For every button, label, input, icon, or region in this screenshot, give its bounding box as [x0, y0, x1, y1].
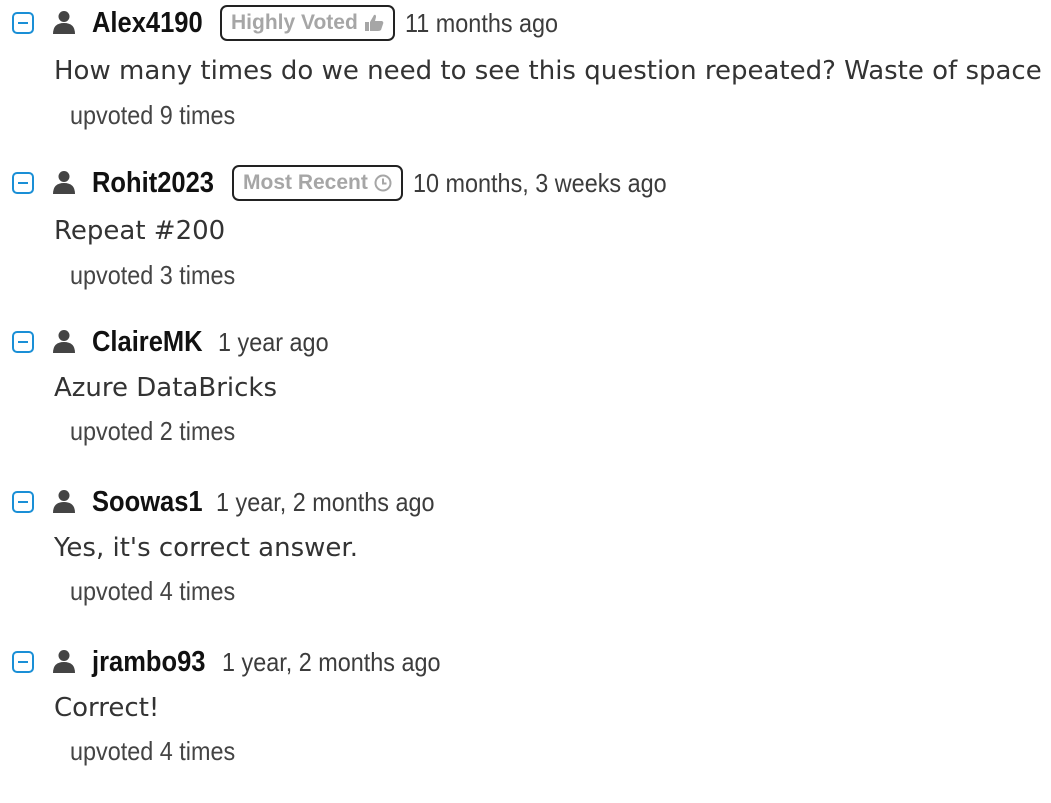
comment-item: Rohit2023 Most Recent 10 months, 3 weeks… [0, 164, 1051, 324]
collapse-toggle-icon[interactable] [12, 12, 34, 34]
comment-text: Yes, it's correct answer. [54, 533, 358, 563]
collapse-toggle-icon[interactable] [12, 172, 34, 194]
comment-timestamp: 10 months, 3 weeks ago [412, 167, 667, 198]
comment-text: How many times do we need to see this qu… [54, 56, 1042, 86]
user-icon [53, 11, 75, 34]
thumbs-up-icon [364, 14, 384, 32]
badge-label: Most Recent [243, 171, 368, 194]
user-icon [53, 490, 75, 513]
comment-username[interactable]: Soowas1 [92, 483, 203, 521]
comment-item: Soowas1 1 year, 2 months ago Yes, it's c… [0, 483, 1051, 643]
comment-timestamp: 11 months ago [404, 7, 558, 38]
comment-timestamp: 1 year, 2 months ago [216, 486, 435, 517]
comment-timestamp: 1 year, 2 months ago [222, 646, 441, 677]
upvote-count: upvoted 4 times [70, 736, 236, 766]
upvote-count: upvoted 2 times [70, 416, 236, 446]
comment-item: ClaireMK 1 year ago Azure DataBricks upv… [0, 323, 1051, 483]
comment-meta: 1 year ago [218, 323, 341, 361]
comment-text: Correct! [54, 693, 160, 723]
comment-text: Repeat #200 [54, 216, 226, 246]
comment-username[interactable]: jrambo93 [92, 643, 205, 681]
comment-username[interactable]: Rohit2023 [92, 164, 214, 202]
most-recent-badge: Most Recent [232, 165, 403, 201]
highly-voted-badge: Highly Voted [220, 5, 395, 41]
comment-meta: Most Recent 10 months, 3 weeks ago [232, 164, 695, 202]
collapse-toggle-icon[interactable] [12, 651, 34, 673]
comment-meta: Highly Voted 11 months ago [220, 4, 575, 42]
upvote-count: upvoted 3 times [70, 260, 236, 290]
upvote-count: upvoted 4 times [70, 576, 236, 606]
user-icon [53, 330, 75, 353]
comment-username[interactable]: Alex4190 [92, 4, 203, 42]
upvote-count: upvoted 9 times [70, 100, 236, 130]
user-icon [53, 171, 75, 194]
comment-username[interactable]: ClaireMK [92, 323, 203, 361]
comment-meta: 1 year, 2 months ago [216, 483, 459, 521]
badge-label: Highly Voted [231, 11, 358, 34]
user-icon [53, 650, 75, 673]
comment-timestamp: 1 year ago [218, 326, 329, 357]
comment-meta: 1 year, 2 months ago [222, 643, 465, 681]
collapse-toggle-icon[interactable] [12, 331, 34, 353]
comment-text: Azure DataBricks [54, 373, 278, 403]
clock-icon [374, 174, 392, 192]
collapse-toggle-icon[interactable] [12, 491, 34, 513]
comment-item: jrambo93 1 year, 2 months ago Correct! u… [0, 643, 1051, 803]
comment-item: Alex4190 Highly Voted 11 months ago How … [0, 4, 1051, 164]
